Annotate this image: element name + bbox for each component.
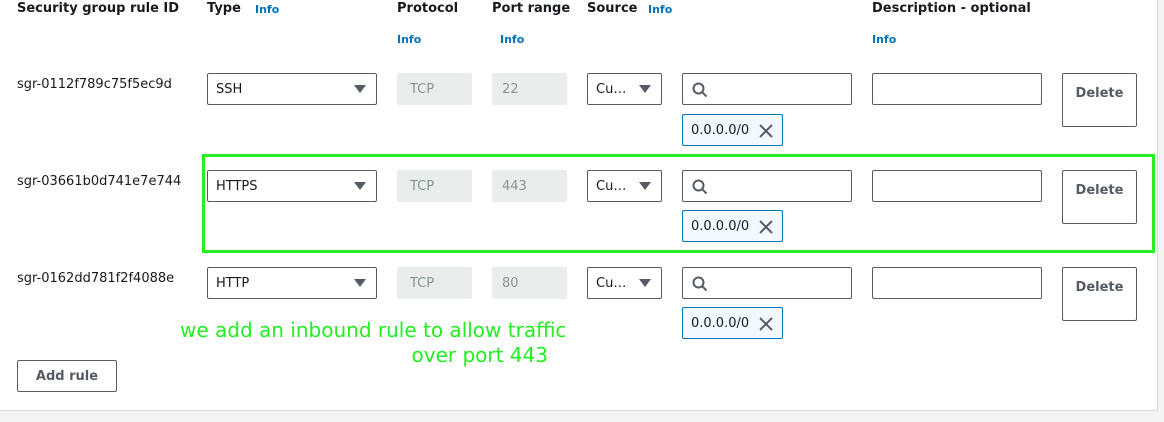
- port-range-field: 22: [492, 73, 567, 105]
- protocol-value: TCP: [410, 275, 435, 291]
- header-port-range: Port range: [492, 1, 571, 16]
- search-icon: [692, 82, 708, 98]
- close-icon[interactable]: [758, 219, 774, 235]
- source-type-select[interactable]: Cu…: [587, 170, 662, 202]
- caret-down-icon: [639, 182, 651, 190]
- type-select-value: SSH: [216, 81, 243, 97]
- rule-id: sgr-0162dd781f2f4088e: [17, 271, 175, 286]
- protocol-field: TCP: [397, 267, 472, 299]
- add-rule-button[interactable]: Add rule: [17, 360, 117, 392]
- type-select-value: HTTP: [216, 275, 250, 291]
- caret-down-icon: [639, 85, 651, 93]
- cidr-token: 0.0.0.0/0: [682, 114, 783, 146]
- source-type-value: Cu…: [596, 275, 627, 291]
- search-icon: [692, 179, 708, 195]
- delete-rule-button[interactable]: Delete: [1062, 267, 1137, 321]
- rule-row: sgr-0162dd781f2f4088e HTTP TCP 80 Cu… De…: [0, 267, 1150, 339]
- rule-id: sgr-0112f789c75f5ec9d: [17, 77, 172, 92]
- annotation-line-1: we add an inbound rule to allow traffic: [180, 318, 567, 342]
- header-rule-id: Security group rule ID: [17, 1, 180, 16]
- port-range-value: 443: [502, 178, 527, 194]
- cidr-token: 0.0.0.0/0: [682, 210, 783, 242]
- type-select-value: HTTPS: [216, 178, 258, 194]
- caret-down-icon: [354, 85, 366, 93]
- source-search-input[interactable]: [682, 267, 852, 299]
- rule-row: sgr-03661b0d741e7e744 HTTPS TCP 443 Cu… …: [0, 170, 1150, 242]
- header-description: Description - optional: [872, 1, 1031, 16]
- caret-down-icon: [354, 279, 366, 287]
- close-icon[interactable]: [758, 123, 774, 139]
- rule-row: sgr-0112f789c75f5ec9d SSH TCP 22 Cu… Del…: [0, 73, 1150, 146]
- header-protocol: Protocol: [397, 1, 459, 16]
- port-range-info-link[interactable]: Info: [500, 33, 524, 46]
- source-type-select[interactable]: Cu…: [587, 73, 662, 105]
- header-source: Source: [587, 1, 638, 16]
- type-select[interactable]: SSH: [207, 73, 377, 105]
- port-range-field: 443: [492, 170, 567, 202]
- port-range-field: 80: [492, 267, 567, 299]
- protocol-field: TCP: [397, 73, 472, 105]
- description-input[interactable]: [872, 267, 1042, 299]
- description-input[interactable]: [872, 170, 1042, 202]
- protocol-value: TCP: [410, 81, 435, 97]
- source-search-input[interactable]: [682, 73, 852, 105]
- protocol-info-link[interactable]: Info: [397, 33, 421, 46]
- source-type-value: Cu…: [596, 178, 627, 194]
- protocol-value: TCP: [410, 178, 435, 194]
- annotation-text: we add an inbound rule to allow traffic …: [180, 318, 567, 368]
- cidr-value: 0.0.0.0/0: [691, 315, 750, 331]
- caret-down-icon: [639, 279, 651, 287]
- source-type-value: Cu…: [596, 81, 627, 97]
- cidr-token: 0.0.0.0/0: [682, 307, 783, 339]
- type-info-link[interactable]: Info: [255, 3, 279, 16]
- source-search-input[interactable]: [682, 170, 852, 202]
- delete-rule-button[interactable]: Delete: [1062, 73, 1137, 127]
- annotation-line-2: over port 443: [411, 343, 548, 367]
- rule-id: sgr-03661b0d741e7e744: [17, 174, 182, 189]
- source-info-link[interactable]: Info: [648, 3, 672, 16]
- port-range-value: 22: [502, 81, 519, 97]
- caret-down-icon: [354, 182, 366, 190]
- cidr-value: 0.0.0.0/0: [691, 122, 750, 138]
- cidr-value: 0.0.0.0/0: [691, 218, 750, 234]
- type-select[interactable]: HTTPS: [207, 170, 377, 202]
- source-type-select[interactable]: Cu…: [587, 267, 662, 299]
- type-select[interactable]: HTTP: [207, 267, 377, 299]
- delete-rule-button[interactable]: Delete: [1062, 170, 1137, 224]
- description-input[interactable]: [872, 73, 1042, 105]
- inbound-rules-panel: Security group rule ID Type Info Protoco…: [0, 0, 1158, 411]
- protocol-field: TCP: [397, 170, 472, 202]
- header-type: Type: [207, 1, 241, 16]
- close-icon[interactable]: [758, 316, 774, 332]
- description-info-link[interactable]: Info: [872, 33, 896, 46]
- search-icon: [692, 276, 708, 292]
- port-range-value: 80: [502, 275, 519, 291]
